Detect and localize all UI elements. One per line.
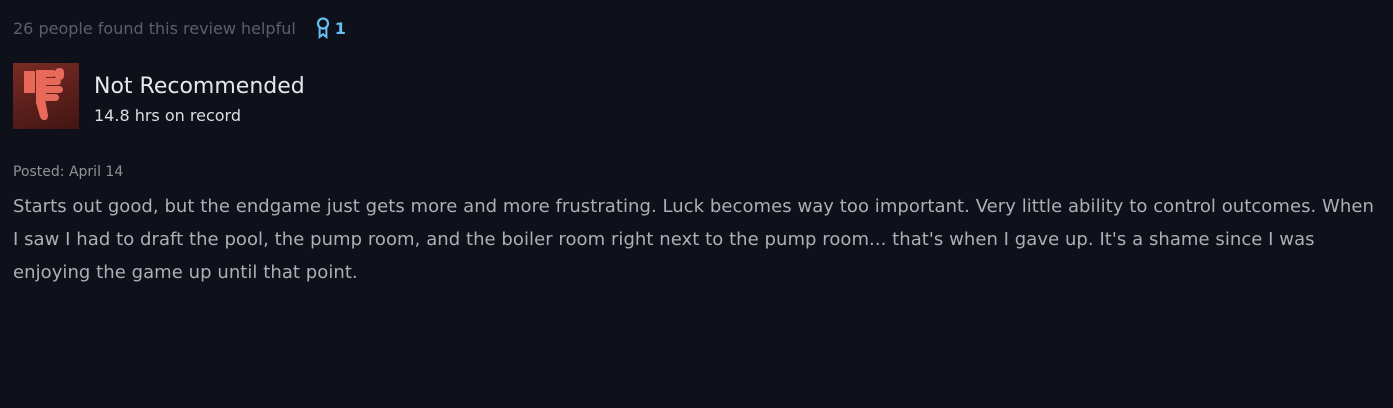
hours-on-record: 14.8 hrs on record	[94, 106, 241, 125]
vote-info: Not Recommended 14.8 hrs on record	[94, 63, 305, 127]
review-body: Starts out good, but the endgame just ge…	[13, 196, 1374, 283]
helpful-count-text: 26 people found this review helpful	[13, 18, 296, 38]
award-count: 1	[334, 18, 346, 38]
award-ribbon-icon	[316, 17, 330, 40]
vote-title[interactable]: Not Recommended	[94, 73, 305, 101]
vote-block: Not Recommended 14.8 hrs on record	[13, 63, 305, 129]
thumbs-down-icon	[21, 65, 71, 127]
award-badge[interactable]: 1	[316, 17, 346, 40]
posted-date: Posted: April 14	[13, 164, 124, 180]
vote-thumb[interactable]	[13, 63, 79, 129]
helpful-row: 26 people found this review helpful 1	[13, 17, 346, 40]
review-card: 26 people found this review helpful 1 No…	[0, 0, 1393, 408]
